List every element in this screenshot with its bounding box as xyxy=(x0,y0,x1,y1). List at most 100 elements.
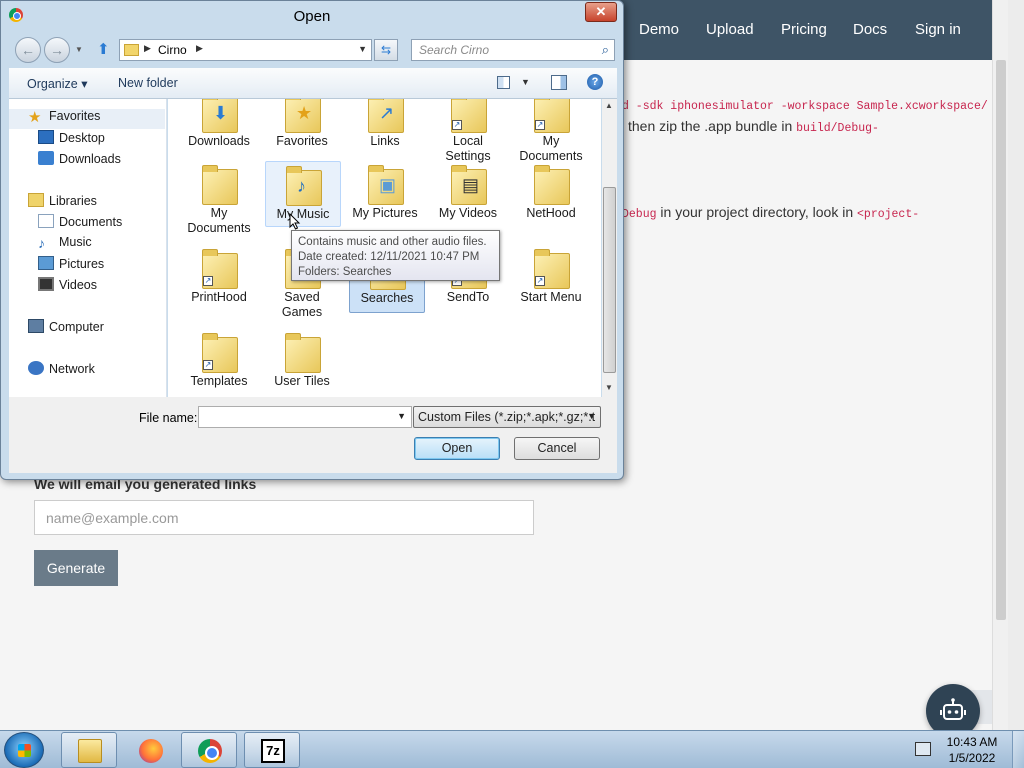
folder-icon: ⬇ xyxy=(200,99,238,133)
folder-icon xyxy=(78,739,102,763)
view-options-dropdown-icon[interactable]: ▼ xyxy=(521,77,530,87)
close-button[interactable]: ✕ xyxy=(585,2,617,22)
star-icon: ★ xyxy=(296,103,313,123)
file-type-filter-select[interactable]: Custom Files (*.zip;*.apk;*.gz;*.t ▼ xyxy=(413,406,601,428)
folder-label: Local Settings xyxy=(445,134,491,163)
nav-item-desktop[interactable]: Desktop xyxy=(38,130,105,150)
breadcrumb-separator-icon[interactable]: ▶ xyxy=(144,43,151,54)
organize-button[interactable]: Organize ▾ xyxy=(27,76,87,91)
open-file-dialog: Open ✕ ← → ▼ ⬆ ▶ Cirno ▶ ▼ ⇆ ⌕ Organize … xyxy=(0,0,624,480)
breadcrumb-separator-icon[interactable]: ▶ xyxy=(196,43,203,54)
folder-label: PrintHood xyxy=(191,290,247,304)
cancel-button[interactable]: Cancel xyxy=(514,437,600,460)
page-scrollbar-thumb[interactable] xyxy=(996,60,1006,620)
open-button[interactable]: Open xyxy=(414,437,500,460)
nav-item-network[interactable]: Network xyxy=(28,361,95,381)
search-box[interactable]: ⌕ xyxy=(411,39,615,61)
search-icon[interactable]: ⌕ xyxy=(602,42,609,58)
nav-item-music[interactable]: ♪ Music xyxy=(38,235,92,255)
refresh-icon: ⇆ xyxy=(380,43,392,57)
dialog-titlebar[interactable]: Open ✕ xyxy=(1,1,623,33)
folder-item-my-documents-2[interactable]: My Documents xyxy=(181,163,257,236)
folder-item-my-music[interactable]: ♪ My Music xyxy=(265,161,341,227)
nav-pricing-link[interactable]: Pricing xyxy=(781,21,827,38)
scroll-down-arrow-icon[interactable]: ▼ xyxy=(605,383,613,392)
navigation-pane: ★ Favorites Desktop Downloads Libraries D… xyxy=(9,99,167,397)
address-dropdown-icon[interactable]: ▼ xyxy=(358,44,367,54)
taskbar-explorer-button[interactable] xyxy=(61,732,117,768)
up-arrow-icon[interactable]: ⬆ xyxy=(97,40,110,58)
folder-item-links[interactable]: ↗ Links xyxy=(347,99,423,149)
folder-item-user-tiles[interactable]: User Tiles xyxy=(264,331,340,389)
file-name-input[interactable]: ▼ xyxy=(198,406,412,428)
nav-item-computer[interactable]: Computer xyxy=(28,319,104,339)
refresh-button[interactable]: ⇆ xyxy=(374,39,398,61)
recent-locations-dropdown-icon[interactable]: ▼ xyxy=(75,45,83,54)
folder-icon: ↗ xyxy=(366,99,404,133)
new-folder-button[interactable]: New folder xyxy=(118,76,178,90)
folder-item-nethood[interactable]: NetHood xyxy=(513,163,589,221)
search-input[interactable] xyxy=(412,40,592,60)
folder-item-start-menu[interactable]: ↗ Start Menu xyxy=(513,247,589,305)
breadcrumb-cirno[interactable]: Cirno xyxy=(158,43,187,57)
file-list-scrollbar-thumb[interactable] xyxy=(603,187,616,373)
folder-item-downloads[interactable]: ⬇ Downloads xyxy=(181,99,257,149)
folder-icon: ↗ xyxy=(449,99,487,133)
nav-docs-link[interactable]: Docs xyxy=(853,21,887,38)
clock-date: 1/5/2022 xyxy=(948,751,996,765)
folder-item-printhood[interactable]: ↗ PrintHood xyxy=(181,247,257,305)
folder-item-my-documents[interactable]: ↗ My Documents xyxy=(513,99,589,164)
nav-item-videos[interactable]: Videos xyxy=(38,277,97,297)
change-view-icon[interactable] xyxy=(497,76,510,89)
network-tray-icon[interactable] xyxy=(915,742,931,756)
folder-item-templates[interactable]: ↗ Templates xyxy=(181,331,257,389)
nav-signin-link[interactable]: Sign in xyxy=(915,21,961,38)
folder-item-favorites[interactable]: ★ Favorites xyxy=(264,99,340,149)
chrome-icon xyxy=(198,739,222,763)
folder-label: My Documents xyxy=(187,206,251,235)
scroll-up-arrow-icon[interactable]: ▲ xyxy=(605,101,613,110)
nav-item-label: Network xyxy=(49,362,95,376)
project-dir-text: in your project directory, look in xyxy=(660,204,854,220)
back-button[interactable]: ← xyxy=(15,37,41,63)
nav-item-documents[interactable]: Documents xyxy=(38,214,122,234)
generate-button[interactable]: Generate xyxy=(34,550,118,586)
tooltip-description: Contains music and other audio files. xyxy=(298,236,487,248)
show-desktop-button[interactable] xyxy=(1012,731,1024,768)
tooltip-date-created: Date created: 12/11/2021 10:47 PM xyxy=(298,251,480,263)
start-button[interactable] xyxy=(4,732,44,768)
nav-item-downloads[interactable]: Downloads xyxy=(38,151,121,171)
nav-demo-link[interactable]: Demo xyxy=(639,21,679,38)
taskbar-firefox-button[interactable] xyxy=(122,732,178,768)
nav-item-libraries[interactable]: Libraries xyxy=(28,193,97,213)
pictures-folder-icon: ▣ xyxy=(366,163,404,205)
email-input[interactable] xyxy=(34,500,534,535)
zip-instruction-line: then zip the .app bundle in build/Debug- xyxy=(628,118,879,135)
music-note-icon: ♪ xyxy=(297,176,306,196)
page-scrollbar[interactable] xyxy=(992,0,1008,730)
file-list-scrollbar[interactable]: ▲ ▼ xyxy=(602,99,617,397)
forward-button[interactable]: → xyxy=(44,37,70,63)
folder-item-my-pictures[interactable]: ▣ My Pictures xyxy=(347,163,423,221)
taskbar-7zip-button[interactable]: 7z xyxy=(244,732,300,768)
system-clock[interactable]: 10:43 AM 1/5/2022 xyxy=(942,734,1002,766)
folder-item-local-settings[interactable]: ↗ Local Settings xyxy=(430,99,506,164)
file-name-dropdown-icon[interactable]: ▼ xyxy=(397,411,406,421)
videos-folder-icon: ▤ xyxy=(449,163,487,205)
documents-folder-icon xyxy=(200,163,238,205)
folder-item-my-videos[interactable]: ▤ My Videos xyxy=(430,163,506,221)
back-arrow-icon: ← xyxy=(21,42,35,58)
nav-upload-link[interactable]: Upload xyxy=(706,21,754,38)
firefox-icon xyxy=(139,739,163,763)
taskbar-chrome-button[interactable] xyxy=(181,732,237,768)
nav-item-pictures[interactable]: Pictures xyxy=(38,256,104,276)
download-arrow-icon: ⬇ xyxy=(213,103,229,123)
help-icon[interactable]: ? xyxy=(587,74,603,90)
folder-label: NetHood xyxy=(526,206,576,220)
folder-icon: ↗ xyxy=(532,247,570,289)
preview-pane-icon[interactable] xyxy=(551,75,567,90)
nav-item-favorites[interactable]: ★ Favorites xyxy=(9,109,165,129)
folder-label: My Videos xyxy=(438,206,498,220)
link-arrow-icon: ↗ xyxy=(379,103,395,123)
address-bar[interactable]: ▶ Cirno ▶ ▼ xyxy=(119,39,372,61)
